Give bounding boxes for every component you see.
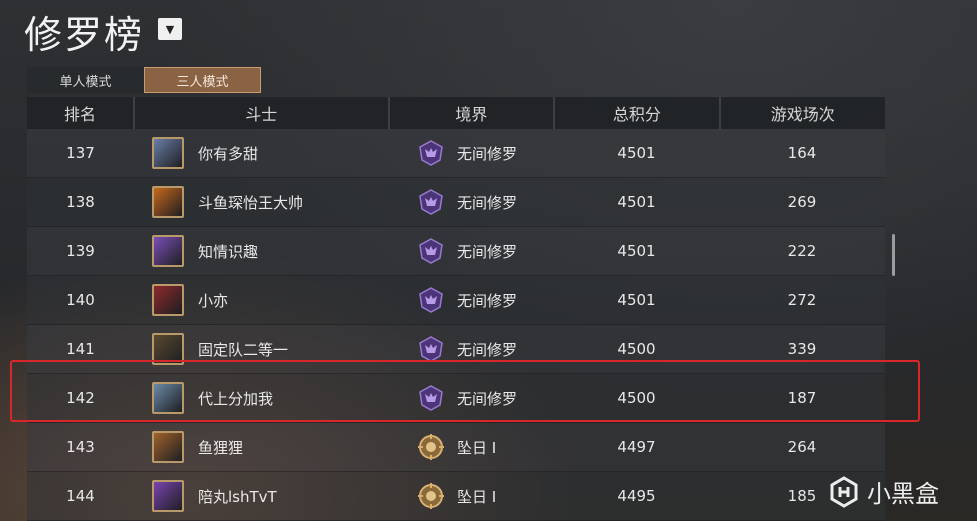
tier-cell: 无间修罗 xyxy=(389,227,554,275)
tier-label: 坠日 I xyxy=(457,438,497,457)
tier-cell: 无间修罗 xyxy=(389,276,554,324)
fighter-name: 小亦 xyxy=(198,291,229,310)
rank-cell: 143 xyxy=(66,438,95,456)
avatar[interactable] xyxy=(152,137,184,169)
fighter-name: 陪丸lshTvT xyxy=(198,487,277,506)
rank-cell: 144 xyxy=(66,487,95,505)
page-title: 修罗榜 xyxy=(24,13,145,57)
table-header: 排名 斗士 境界 总积分 游戏场次 xyxy=(27,97,885,129)
games-cell: 269 xyxy=(787,193,817,211)
triangle-down-icon: ▼ xyxy=(165,22,175,36)
table-row[interactable]: 143 鱼狸狸 坠日 I 4497 264 xyxy=(27,423,885,472)
table-row[interactable]: 144 陪丸lshTvT 坠日 I 4495 185 xyxy=(27,472,885,521)
avatar[interactable] xyxy=(152,284,184,316)
watermark-text: 小黑盒 xyxy=(867,480,939,508)
tier-label: 坠日 I xyxy=(457,487,497,506)
tier-cell: 坠日 I xyxy=(389,423,554,471)
fighter-cell: 你有多甜 xyxy=(134,129,389,177)
table-row[interactable]: 137 你有多甜 无间修罗 4501 164 xyxy=(27,129,885,178)
score-cell: 4501 xyxy=(617,144,656,162)
score-cell: 4495 xyxy=(617,487,656,505)
column-header-fighter: 斗士 xyxy=(135,97,390,129)
purple-demon-icon xyxy=(417,237,445,265)
fighter-name: 鱼狸狸 xyxy=(198,438,244,457)
purple-demon-icon xyxy=(417,286,445,314)
fighter-cell: 鱼狸狸 xyxy=(134,423,389,471)
fighter-name: 你有多甜 xyxy=(198,144,259,163)
tier-cell: 无间修罗 xyxy=(389,129,554,177)
tier-label: 无间修罗 xyxy=(457,291,518,310)
score-cell: 4501 xyxy=(617,291,656,309)
score-cell: 4497 xyxy=(617,438,656,456)
rank-cell: 138 xyxy=(66,193,95,211)
title-dropdown-button[interactable]: ▼ xyxy=(158,18,182,40)
highlight-box xyxy=(10,360,920,422)
score-cell: 4501 xyxy=(617,193,656,211)
fighter-name: 斗鱼琛怡王大帅 xyxy=(198,193,304,212)
leaderboard-table: 排名 斗士 境界 总积分 游戏场次 137 你有多甜 无间修罗 4501 164 138 斗… xyxy=(27,97,885,521)
watermark: 小黑盒 xyxy=(829,474,939,509)
games-cell: 222 xyxy=(787,242,817,260)
tier-label: 无间修罗 xyxy=(457,144,518,163)
rank-cell: 139 xyxy=(66,242,95,260)
games-cell: 272 xyxy=(787,291,817,309)
column-header-tier: 境界 xyxy=(390,97,556,129)
mode-tabs: 单人模式 三人模式 xyxy=(27,67,261,93)
tab-trio-mode[interactable]: 三人模式 xyxy=(144,67,261,93)
avatar[interactable] xyxy=(152,431,184,463)
tier-cell: 无间修罗 xyxy=(389,178,554,226)
table-body: 137 你有多甜 无间修罗 4501 164 138 斗鱼琛怡王大帅 无间修罗 4501 269 1… xyxy=(27,129,885,521)
purple-demon-icon xyxy=(417,335,445,363)
avatar[interactable] xyxy=(152,186,184,218)
table-row[interactable]: 139 知情识趣 无间修罗 4501 222 xyxy=(27,227,885,276)
fighter-name: 固定队二等一 xyxy=(198,340,289,359)
score-cell: 4501 xyxy=(617,242,656,260)
column-header-score: 总积分 xyxy=(555,97,721,129)
table-row[interactable]: 138 斗鱼琛怡王大帅 无间修罗 4501 269 xyxy=(27,178,885,227)
fighter-cell: 知情识趣 xyxy=(134,227,389,275)
games-cell: 164 xyxy=(787,144,817,162)
table-row[interactable]: 140 小亦 无间修罗 4501 272 xyxy=(27,276,885,325)
golden-sun-icon xyxy=(417,433,445,461)
rank-cell: 137 xyxy=(66,144,95,162)
tier-label: 无间修罗 xyxy=(457,193,518,212)
fighter-cell: 小亦 xyxy=(134,276,389,324)
purple-demon-icon xyxy=(417,188,445,216)
tier-cell: 坠日 I xyxy=(389,472,554,520)
purple-demon-icon xyxy=(417,139,445,167)
fighter-cell: 斗鱼琛怡王大帅 xyxy=(134,178,389,226)
scrollbar[interactable] xyxy=(892,234,895,276)
golden-sun-icon xyxy=(417,482,445,510)
avatar[interactable] xyxy=(152,235,184,267)
tier-label: 无间修罗 xyxy=(457,340,518,359)
avatar[interactable] xyxy=(152,480,184,512)
column-header-games: 游戏场次 xyxy=(770,105,835,124)
rank-cell: 140 xyxy=(66,291,95,309)
fighter-cell: 陪丸lshTvT xyxy=(134,472,389,520)
xiaoheihe-logo-icon xyxy=(830,475,858,508)
games-cell: 264 xyxy=(787,438,817,456)
tier-label: 无间修罗 xyxy=(457,242,518,261)
fighter-name: 知情识趣 xyxy=(198,242,259,261)
tab-single-mode[interactable]: 单人模式 xyxy=(27,67,144,93)
column-header-rank: 排名 xyxy=(27,97,135,129)
